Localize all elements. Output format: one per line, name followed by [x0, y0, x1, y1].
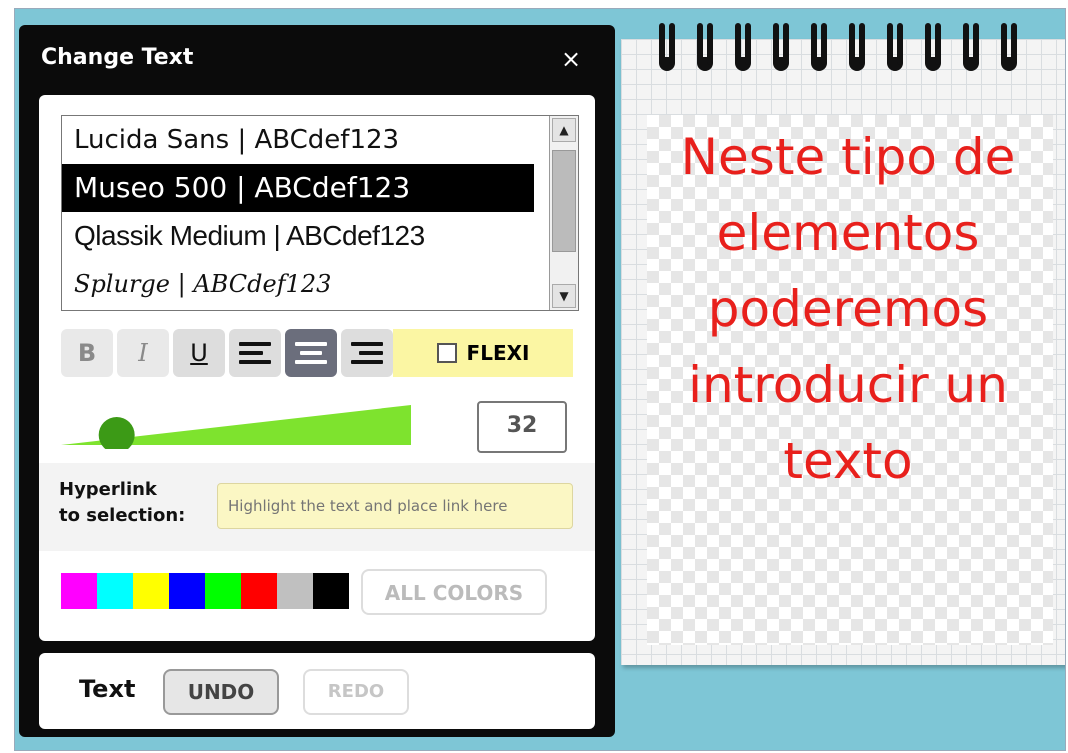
- italic-button[interactable]: I: [117, 329, 169, 377]
- color-swatch[interactable]: [133, 573, 169, 609]
- align-center-button[interactable]: [285, 329, 337, 377]
- color-swatch[interactable]: [277, 573, 313, 609]
- align-left-button[interactable]: [229, 329, 281, 377]
- color-swatches: [61, 573, 349, 609]
- font-item-museo-500[interactable]: Museo 500 | ABCdef123: [62, 164, 534, 212]
- all-colors-button[interactable]: ALL COLORS: [361, 569, 547, 615]
- color-swatch[interactable]: [313, 573, 349, 609]
- spiral-ring-icon: [811, 23, 829, 77]
- color-swatch[interactable]: [169, 573, 205, 609]
- close-icon[interactable]: ×: [561, 47, 581, 71]
- font-list[interactable]: Lucida Sans | ABCdef123 Museo 500 | ABCd…: [61, 115, 579, 311]
- spiral-ring-icon: [963, 23, 981, 77]
- align-left-icon: [239, 342, 271, 364]
- change-text-panel: Change Text × Lucida Sans | ABCdef123 Mu…: [19, 25, 615, 737]
- app-canvas: Neste tipo de elementos poderemos introd…: [14, 8, 1066, 751]
- scroll-down-icon[interactable]: ▼: [552, 284, 576, 308]
- align-right-button[interactable]: [341, 329, 393, 377]
- hyperlink-input[interactable]: [217, 483, 573, 529]
- color-swatch[interactable]: [205, 573, 241, 609]
- hyperlink-label-line2: to selection:: [59, 505, 186, 526]
- font-size-slider[interactable]: [61, 405, 411, 449]
- notepad-text[interactable]: Neste tipo de elementos poderemos introd…: [627, 119, 1065, 499]
- font-list-scrollbar[interactable]: ▲ ▼: [549, 116, 578, 310]
- flexi-label: FLEXI: [466, 341, 530, 365]
- font-item-lucida-sans[interactable]: Lucida Sans | ABCdef123: [62, 116, 534, 164]
- color-swatch[interactable]: [241, 573, 277, 609]
- format-toolbar: B I U: [61, 329, 393, 377]
- flexi-checkbox[interactable]: [436, 343, 457, 363]
- font-item-splurge[interactable]: Splurge | ABCdef123: [62, 260, 534, 308]
- flexi-toggle[interactable]: FLEXI: [393, 329, 573, 377]
- scroll-up-icon[interactable]: ▲: [552, 118, 576, 142]
- scrollbar-thumb[interactable]: [552, 150, 576, 252]
- color-swatch[interactable]: [97, 573, 133, 609]
- spiral-ring-icon: [773, 23, 791, 77]
- color-swatch[interactable]: [61, 573, 97, 609]
- spiral-ring-icon: [659, 23, 677, 77]
- notepad[interactable]: Neste tipo de elementos poderemos introd…: [621, 23, 1065, 665]
- bold-button[interactable]: B: [61, 329, 113, 377]
- undo-button[interactable]: UNDO: [163, 669, 279, 715]
- text-label: Text: [79, 675, 136, 703]
- font-item-qlassik-medium[interactable]: Qlassik Medium | ABCdef123: [62, 212, 534, 260]
- spiral-ring-icon: [697, 23, 715, 77]
- spiral-ring-icon: [849, 23, 867, 77]
- spiral-ring-icon: [735, 23, 753, 77]
- hyperlink-row: Hyperlink to selection:: [39, 463, 595, 551]
- underline-button[interactable]: U: [173, 329, 225, 377]
- align-center-icon: [295, 342, 327, 364]
- font-size-value[interactable]: 32: [477, 401, 567, 453]
- hyperlink-label: Hyperlink to selection:: [59, 477, 185, 529]
- text-options: Lucida Sans | ABCdef123 Museo 500 | ABCd…: [39, 95, 595, 641]
- spiral-binding: [659, 23, 1019, 83]
- history-bar: Text UNDO REDO: [39, 653, 595, 729]
- spiral-ring-icon: [925, 23, 943, 77]
- slider-knob[interactable]: [98, 417, 135, 449]
- redo-button[interactable]: REDO: [303, 669, 409, 715]
- spiral-ring-icon: [887, 23, 905, 77]
- align-right-icon: [351, 342, 383, 364]
- panel-title: Change Text: [41, 45, 194, 70]
- spiral-ring-icon: [1001, 23, 1019, 77]
- hyperlink-label-line1: Hyperlink: [59, 479, 157, 500]
